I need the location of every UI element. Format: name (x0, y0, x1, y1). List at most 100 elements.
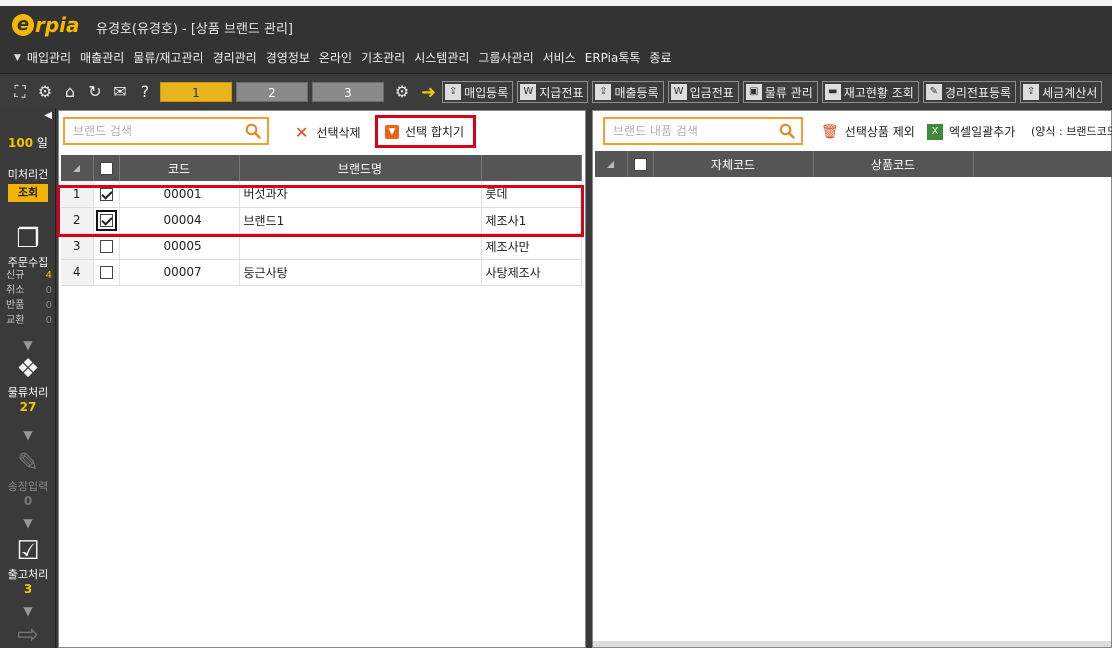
column-header-empty (973, 151, 1112, 177)
order-stat-exchange[interactable]: 교환 0 (6, 313, 52, 328)
days-indicator[interactable]: 100 일 (0, 134, 56, 151)
search-icon[interactable] (245, 123, 261, 139)
shipping-label: 출고처리 (7, 568, 49, 581)
edit-icon: ✎ (925, 84, 942, 100)
cell-code[interactable]: 00007 (119, 259, 240, 286)
menu-item-service[interactable]: 서비스 (543, 49, 576, 66)
brand-search-box (63, 117, 269, 145)
stat-value: 0 (45, 285, 52, 296)
logistics-button[interactable]: ▣ 물류 관리 (742, 81, 818, 103)
view-button[interactable]: 조회 (8, 184, 48, 202)
logistics-label: 물류 관리 (764, 85, 813, 100)
brand-items-table: 자체코드 상품코드 (595, 151, 1112, 177)
menu-item-accounting[interactable]: 경리관리 (213, 49, 257, 66)
row-checkbox-cell[interactable] (93, 259, 120, 286)
logistics-item[interactable]: ❖ 물류처리 27 (0, 354, 56, 414)
search-icon[interactable] (779, 123, 795, 139)
column-header-code[interactable]: 코드 (119, 155, 240, 181)
column-header-maker[interactable] (481, 155, 582, 181)
menu-item-management[interactable]: 경영정보 (266, 49, 310, 66)
deposit-slip-button[interactable]: W 입금전표 (667, 81, 739, 103)
corner-icon (607, 161, 615, 168)
column-header-brand[interactable]: 브랜드명 (239, 155, 482, 181)
help-icon[interactable]: ? (135, 82, 155, 102)
select-all-checkbox-cell[interactable] (627, 151, 654, 177)
select-all-checkbox[interactable] (633, 158, 647, 171)
menu-item-sales[interactable]: 매출관리 (80, 49, 124, 66)
column-header-own-code[interactable]: 자체코드 (653, 151, 814, 177)
stock-status-button[interactable]: ▬ 재고현황 조회 (821, 81, 919, 103)
brand-search-input[interactable] (65, 119, 267, 143)
merge-selected-button[interactable]: ▼ 선택 합치기 (385, 123, 464, 140)
stat-value: 4 (45, 270, 52, 281)
brand-items-search-input[interactable] (605, 119, 801, 143)
page-tab-2[interactable]: 2 (236, 82, 308, 102)
cell-brand[interactable]: 둥근사탕 (239, 259, 482, 286)
shipping-item[interactable]: ☑ 출고처리 3 (0, 536, 56, 596)
horizontal-scrollbar[interactable] (593, 641, 1111, 647)
order-stat-new[interactable]: 신규 4 (6, 268, 52, 283)
stat-label: 취소 (6, 285, 25, 296)
order-collect-item[interactable]: ❐ 주문수집 (0, 224, 56, 270)
menu-item-online[interactable]: 온라인 (319, 49, 352, 66)
stat-value: 0 (45, 315, 52, 326)
menu-item-exit[interactable]: 종료 (649, 49, 671, 66)
menu-item-talk[interactable]: ERPia톡톡 (585, 49, 641, 66)
brand-items-panel: 🗑 선택상품 제외 X 엑셀일괄추가 (양식 : 브랜드코드 자체코드 상품코드 (592, 110, 1112, 648)
export-icon: ⇨ (17, 620, 39, 648)
order-stat-return[interactable]: 반품 0 (6, 298, 52, 313)
home-icon[interactable]: ⌂ (60, 82, 80, 102)
invoice-count: 0 (23, 494, 33, 508)
settings-gear-icon[interactable]: ⚙ (392, 82, 412, 102)
payment-slip-button[interactable]: W 지급전표 (517, 81, 589, 103)
stat-label: 신규 (6, 270, 25, 281)
menu-item-purchase[interactable]: 매입관리 (27, 49, 71, 66)
title-bar: e rpia 유경호(유경호) - [상품 브랜드 관리] (0, 0, 1112, 42)
sales-register-button[interactable]: ⇪ 매출등록 (592, 81, 664, 103)
page-tab-3[interactable]: 3 (312, 82, 384, 102)
app-window: e rpia 유경호(유경호) - [상품 브랜드 관리] ▼ 매입관리 매출관… (0, 0, 1112, 648)
refresh-icon[interactable]: ↻ (85, 82, 105, 102)
menu-item-group[interactable]: 그룹사관리 (478, 49, 533, 66)
excel-icon: X (927, 123, 943, 140)
documents-icon: ❐ (16, 224, 40, 254)
upload-icon: ⇪ (595, 84, 612, 100)
logistics-side-label: 물류처리 (7, 386, 49, 399)
pencil-icon: ✎ (17, 448, 39, 478)
stock-status-label: 재고현황 조회 (843, 85, 914, 100)
menu-item-basic[interactable]: 기초관리 (361, 49, 405, 66)
brand-items-search-box (603, 117, 803, 145)
gear-icon[interactable]: ⚙ (35, 82, 55, 102)
mail-icon[interactable]: ✉ (110, 82, 130, 102)
select-all-checkbox-cell[interactable] (93, 155, 120, 181)
delete-selected-button[interactable]: ✕ 선택삭제 (295, 123, 361, 142)
purchase-register-button[interactable]: ⇪ 매입등록 (442, 81, 514, 103)
menu-item-system[interactable]: 시스템관리 (414, 49, 469, 66)
tax-invoice-button[interactable]: ⇪ 세금계산서 (1020, 81, 1103, 103)
order-stat-cancel[interactable]: 취소 0 (6, 283, 52, 298)
select-all-checkbox[interactable] (99, 162, 113, 175)
exclude-selected-button[interactable]: 🗑 선택상품 제외 (821, 123, 915, 140)
excel-bulk-add-button[interactable]: X 엑셀일괄추가 (927, 123, 1015, 140)
network-icon[interactable]: ⛶ (10, 82, 30, 102)
down-arrow-icon: ▼ (23, 604, 33, 618)
menu-bar: ▼ 매입관리 매출관리 물류/재고관리 경리관리 경영정보 온라인 기초관리 시… (0, 42, 1112, 74)
menu-caret-icon[interactable]: ▼ (14, 53, 21, 63)
arrow-right-icon: ➜ (421, 81, 437, 103)
logo-text: rpia (35, 13, 80, 37)
row-checkbox[interactable] (99, 266, 113, 279)
accounting-slip-button[interactable]: ✎ 경리전표등록 (922, 81, 1017, 103)
page-tab-1[interactable]: 1 (160, 82, 232, 102)
days-unit: 일 (36, 136, 48, 150)
collapse-arrow-icon[interactable]: ◀ (44, 110, 52, 121)
table-row[interactable]: 4 00007 둥근사탕 사탕제조사 (61, 259, 582, 286)
menu-item-logistics[interactable]: 물류/재고관리 (133, 49, 203, 66)
row-checkbox[interactable] (99, 240, 113, 253)
cell-maker[interactable]: 사탕제조사 (481, 259, 582, 286)
invoice-item[interactable]: ✎ 송장입력 0 (0, 448, 56, 508)
stat-label: 반품 (6, 300, 25, 311)
merge-icon: ▼ (385, 124, 399, 139)
down-arrow-icon: ▼ (23, 338, 33, 352)
export-item[interactable]: ⇨ (0, 620, 56, 648)
column-header-product-code[interactable]: 상품코드 (813, 151, 974, 177)
